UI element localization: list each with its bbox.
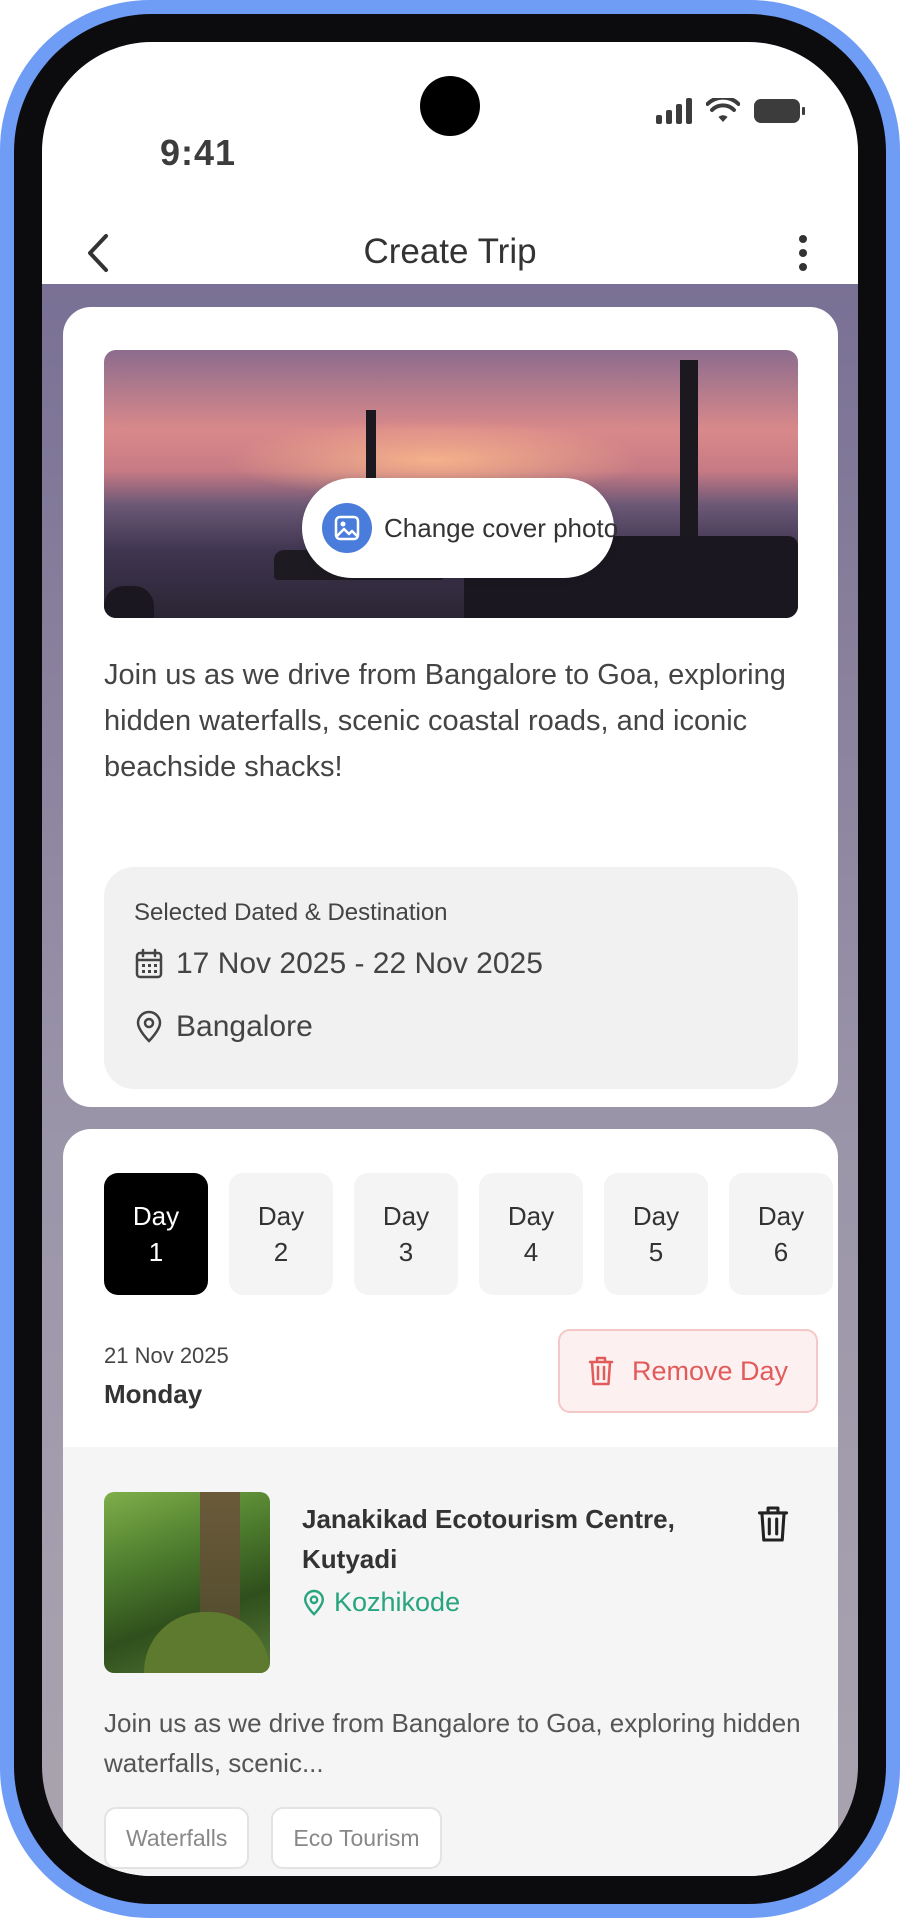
date-range-text: 17 Nov 2025 - 22 Nov 2025 (176, 947, 543, 980)
status-icons (656, 98, 805, 124)
day-tab-number: 3 (398, 1237, 414, 1267)
remove-day-label: Remove Day (631, 1355, 789, 1386)
calendar-icon (135, 948, 163, 979)
dates-box-title: Selected Dated & Destination (134, 899, 448, 926)
day-tab-6[interactable]: Day 6 (729, 1173, 833, 1295)
tag-chip[interactable]: Eco Tourism (271, 1807, 442, 1869)
trip-summary-card: Change cover photo Join us as we drive f… (63, 307, 838, 1107)
selected-day-date: 21 Nov 2025 (104, 1343, 229, 1368)
signal-icon (656, 98, 692, 124)
page-title: Create Trip (363, 232, 537, 271)
top-area: 9:41 Create Trip (42, 42, 858, 284)
dates-destination-box: Selected Dated & Destination 17 Nov 2025… (104, 867, 798, 1089)
day-tab-number: 2 (273, 1237, 289, 1267)
place-location-text: Kozhikode (334, 1587, 461, 1617)
remove-day-button[interactable]: Remove Day (558, 1329, 818, 1413)
day-tab-5[interactable]: Day 5 (604, 1173, 708, 1295)
day-tab-label: Day (257, 1201, 305, 1231)
delete-place-button[interactable] (751, 1499, 795, 1549)
status-time: 9:41 (160, 132, 237, 173)
day-tab-label: Day (507, 1201, 555, 1231)
wifi-icon (706, 98, 740, 122)
day-tab-3[interactable]: Day 3 (354, 1173, 458, 1295)
day-tab-label: Day (632, 1201, 680, 1231)
map-pin-icon (303, 1589, 325, 1616)
tag-chip[interactable]: Waterfalls (104, 1807, 250, 1869)
place-name: Janakikad Ecotourism Centre, Kutyadi (302, 1504, 675, 1574)
map-pin-icon (136, 1010, 162, 1043)
day-tab-number: 1 (148, 1237, 164, 1267)
day-tabs: Day 1 Day 2 Day 3 Day 4 Day 5 Day 6 (104, 1173, 833, 1295)
day-tab-label: Day (757, 1201, 805, 1231)
destination-row[interactable]: Bangalore (134, 1010, 313, 1044)
selected-day-weekday: Monday (104, 1379, 203, 1409)
place-item[interactable]: Janakikad Ecotourism Centre, Kutyadi Koz… (63, 1447, 838, 1876)
day-tab-1[interactable]: Day 1 (104, 1173, 208, 1295)
app-header: Create Trip (42, 228, 858, 284)
day-tab-number: 4 (523, 1237, 539, 1267)
image-icon (322, 503, 372, 553)
day-tab-label: Day (382, 1201, 430, 1231)
cover-photo: Change cover photo (104, 350, 798, 618)
place-tags: Waterfalls Eco Tourism (104, 1807, 442, 1869)
day-tab-number: 6 (773, 1237, 789, 1267)
date-range-row[interactable]: 17 Nov 2025 - 22 Nov 2025 (134, 947, 543, 981)
change-cover-photo-button[interactable]: Change cover photo (302, 478, 618, 578)
day-tab-2[interactable]: Day 2 (229, 1173, 333, 1295)
place-location: Kozhikode (302, 1587, 460, 1618)
phone-screen: 9:41 Create Trip Change cover photo Join… (42, 42, 858, 1876)
change-cover-label: Change cover photo (384, 512, 619, 543)
camera-notch (420, 76, 480, 136)
place-thumbnail (104, 1492, 270, 1673)
day-tab-label: Day (132, 1201, 180, 1231)
destination-text: Bangalore (176, 1010, 313, 1043)
more-vertical-icon (799, 235, 807, 243)
place-description: Join us as we drive from Bangalore to Go… (104, 1708, 801, 1778)
trip-description: Join us as we drive from Bangalore to Go… (104, 659, 786, 783)
more-options-button[interactable] (788, 228, 818, 278)
itinerary-card: Day 1 Day 2 Day 3 Day 4 Day 5 Day 6 21 N… (63, 1129, 838, 1876)
battery-icon (754, 99, 805, 123)
day-tab-number: 5 (648, 1237, 664, 1267)
trash-icon (588, 1356, 614, 1386)
trash-icon (757, 1506, 789, 1542)
day-tab-4[interactable]: Day 4 (479, 1173, 583, 1295)
